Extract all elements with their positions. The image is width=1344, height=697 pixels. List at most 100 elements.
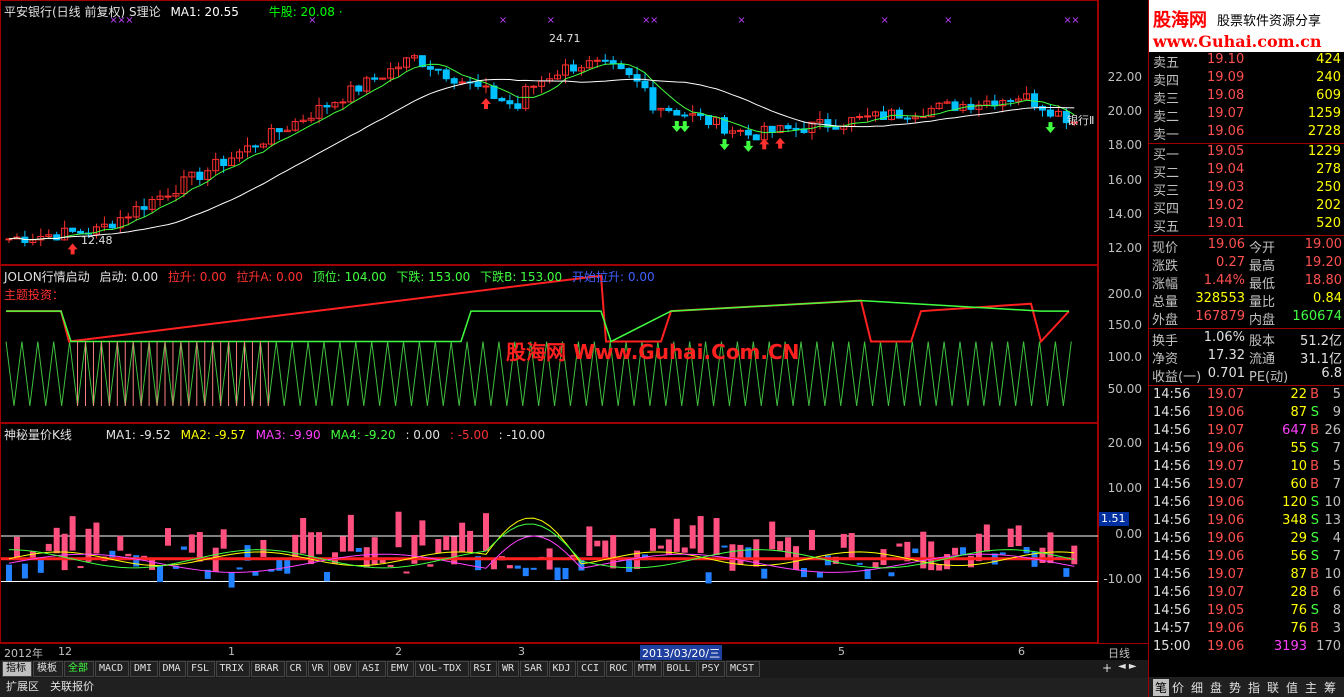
vp-bar: [801, 568, 807, 578]
vp-bar: [745, 547, 752, 559]
price-panel[interactable]: × × × × × × × × × × × × × 平安银行(日线 前复权) S理论 MA1: 20.5…: [0, 0, 1098, 265]
high-label: 24.71: [549, 32, 581, 45]
right-tab[interactable]: 细: [1191, 679, 1203, 696]
tick-price: 19.06: [1207, 531, 1245, 546]
tab-cci[interactable]: CCI: [577, 661, 605, 677]
stat-row: 总量 328553 量比 0.84: [1149, 291, 1344, 310]
ask-row[interactable]: 卖一 19.06 2728: [1149, 124, 1344, 143]
date-label: 12: [58, 645, 72, 658]
tab-macd[interactable]: MACD: [95, 661, 129, 677]
stat-label: 内盘: [1249, 313, 1276, 328]
volume-price-panel[interactable]: 神秘量价K线 MA1: -9.52 MA2: -9.57 MA3: -9.90 …: [0, 423, 1099, 643]
sell-arrow: [679, 121, 690, 133]
right-tab[interactable]: 主: [1305, 679, 1317, 696]
bid-row[interactable]: 买四 19.02 202: [1149, 198, 1344, 217]
vp-bar: [45, 543, 52, 551]
tab-sar[interactable]: SAR: [520, 661, 548, 677]
stat-label: PE(动): [1249, 370, 1289, 385]
right-tab[interactable]: 势: [1229, 679, 1241, 696]
vp-item: MA1: -9.52: [105, 428, 171, 442]
tab-brar[interactable]: BRAR: [250, 661, 285, 677]
tab-roc[interactable]: ROC: [605, 661, 633, 677]
candle: [323, 104, 331, 108]
right-tab-bar: 笔价细盘势指联值主筹: [1149, 677, 1344, 697]
tick-price: 19.05: [1207, 603, 1245, 618]
signal-marker: ×: [547, 15, 555, 26]
tab-psy[interactable]: PSY: [697, 661, 725, 677]
vp-bar: [737, 544, 744, 565]
bid-row[interactable]: 买二 19.04 278: [1149, 162, 1344, 181]
tab-obv[interactable]: OBV: [329, 661, 357, 677]
tab-cr[interactable]: CR: [285, 661, 307, 677]
vp-header: 神秘量价K线 MA1: -9.52 MA2: -9.57 MA3: -9.90 …: [4, 426, 551, 443]
vp-bar: [6, 564, 12, 582]
ask-row[interactable]: 卖二 19.07 1259: [1149, 106, 1344, 125]
vp-bar: [157, 565, 164, 583]
tick-volume: 28: [1290, 585, 1307, 600]
low-label: 12.48: [81, 234, 113, 247]
tab-kdj[interactable]: KDJ: [548, 661, 576, 677]
tab-vol-tdx[interactable]: VOL-TDX: [415, 661, 469, 677]
date-label: 2012年: [4, 647, 43, 660]
tab-mcst[interactable]: MCST: [726, 661, 760, 677]
ask-row[interactable]: 卖三 19.08 609: [1149, 88, 1344, 107]
tab-add-button[interactable]: +: [1102, 661, 1112, 675]
tab-scroll-button[interactable]: ◄ ►: [1118, 661, 1137, 672]
tick-volume: 29: [1290, 531, 1307, 546]
ask-row[interactable]: 卖四 19.09 240: [1149, 70, 1344, 89]
bid-volume: 520: [1316, 216, 1341, 231]
period-label[interactable]: 日线: [1108, 645, 1130, 661]
tick-count: 7: [1332, 477, 1341, 492]
right-tab[interactable]: 笔: [1153, 679, 1170, 696]
stat-label: 外盘: [1152, 313, 1179, 328]
stat-label: 涨幅: [1152, 277, 1179, 292]
bid-row[interactable]: 买三 19.03 250: [1149, 180, 1344, 199]
right-tab[interactable]: 价: [1172, 679, 1184, 696]
tab-related-quotes[interactable]: 关联报价: [46, 679, 98, 696]
vp-bar: [387, 564, 394, 567]
vp-bar: [769, 521, 776, 550]
candle: [53, 234, 61, 241]
tab-全部[interactable]: 全部: [64, 661, 94, 677]
tick: 18.00: [1107, 138, 1142, 152]
stat-value: 18.80: [1304, 273, 1342, 288]
candle: [744, 129, 752, 136]
vp-bar: [697, 516, 704, 554]
bid-row[interactable]: 买五 19.01 520: [1149, 216, 1344, 235]
right-tab[interactable]: 值: [1286, 679, 1298, 696]
tab-boll[interactable]: BOLL: [662, 661, 697, 677]
tab-asi[interactable]: ASI: [358, 661, 386, 677]
tab-extension-area[interactable]: 扩展区: [2, 679, 43, 696]
buy-arrow: [481, 98, 491, 110]
price-axis: 22.00 20.00 18.00 16.00 14.00 12.00: [1098, 0, 1148, 265]
tab-mtm[interactable]: MTM: [634, 661, 662, 677]
right-tab[interactable]: 指: [1248, 679, 1260, 696]
right-tab[interactable]: 筹: [1324, 679, 1336, 696]
site-banner[interactable]: 股海网 股票软件资源分享 www.Guhai.com.cn: [1149, 0, 1344, 52]
vp-bar: [316, 532, 323, 555]
vp-bar: [872, 562, 879, 568]
tick: 12.00: [1107, 241, 1142, 255]
right-tab[interactable]: 盘: [1210, 679, 1222, 696]
tab-fsl[interactable]: FSL: [187, 661, 215, 677]
tick: 14.00: [1107, 207, 1142, 221]
chart-area[interactable]: × × × × × × × × × × × × × 平安银行(日线 前复权) S理论 MA1: 20.5…: [0, 0, 1148, 697]
candle: [736, 129, 744, 132]
tab-dma[interactable]: DMA: [158, 661, 186, 677]
ask-volume: 1259: [1307, 106, 1341, 121]
candle: [864, 115, 872, 118]
tab-指标[interactable]: 指标: [2, 661, 32, 677]
tab-模板[interactable]: 模板: [33, 661, 63, 677]
ask-row[interactable]: 卖五 19.10 424: [1149, 52, 1344, 71]
tab-dmi[interactable]: DMI: [130, 661, 158, 677]
tab-wr[interactable]: WR: [498, 661, 519, 677]
tab-rsi[interactable]: RSI: [469, 661, 497, 677]
tab-vr[interactable]: VR: [307, 661, 329, 677]
bid-row[interactable]: 买一 19.05 1229: [1149, 144, 1344, 163]
vp-bar: [562, 567, 569, 580]
tab-trix[interactable]: TRIX: [215, 661, 250, 677]
tab-emv[interactable]: EMV: [386, 661, 414, 677]
jolon-panel[interactable]: JOLON行情启动 启动: 0.00 拉升: 0.00 拉升A: 0.00 顶位…: [0, 265, 1098, 423]
signal-marker: ×: [881, 15, 889, 26]
right-tab[interactable]: 联: [1267, 679, 1279, 696]
